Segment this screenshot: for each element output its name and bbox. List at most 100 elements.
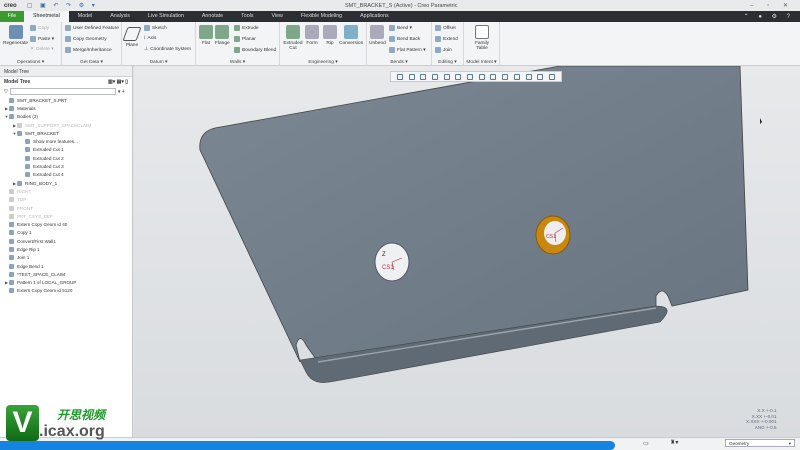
tab-analysis[interactable]: Analysis xyxy=(101,11,139,22)
window-controls[interactable]: – ▫ ✕ xyxy=(750,2,794,9)
group-label[interactable]: Walls ▾ xyxy=(196,60,279,65)
plane-button[interactable]: Plane xyxy=(122,27,142,48)
extruded-cut-button[interactable]: Extruded Cut xyxy=(283,25,303,51)
group-model-intent: Family Table Model Intent ▾ xyxy=(464,22,500,66)
rip-button[interactable]: Rip xyxy=(323,25,337,46)
tree-search-input[interactable] xyxy=(9,88,116,95)
graphics-area[interactable]: Z CS1 CS1 xyxy=(134,66,800,437)
copy-button[interactable]: Copy xyxy=(30,25,49,31)
more-icon[interactable] xyxy=(548,73,555,80)
bend-back-button[interactable]: Bend Back xyxy=(389,36,420,42)
watermark-en: .icax.org xyxy=(39,422,105,440)
refit-icon[interactable] xyxy=(396,73,403,80)
tab-view[interactable]: View xyxy=(262,11,291,22)
group-label[interactable]: Get Data ▾ xyxy=(62,60,121,65)
tree-settings-icons[interactable]: ▥▾ ▤▾ ▯ xyxy=(108,79,128,85)
paste-button[interactable]: Paste ▾ xyxy=(30,36,54,42)
unbend-button[interactable]: Unbend xyxy=(369,25,386,46)
saved-views-icon[interactable] xyxy=(455,73,462,80)
tree-node[interactable]: Show more features... xyxy=(0,137,132,145)
tray-icon[interactable]: ▭ xyxy=(643,440,649,447)
axis-button[interactable]: / Axis xyxy=(144,36,156,41)
filter-icon[interactable]: ▽ xyxy=(4,89,8,95)
tree-node[interactable]: Convert/First Wall1 xyxy=(0,237,132,245)
tab-sheetmetal[interactable]: Sheetmetal xyxy=(24,11,69,22)
group-label[interactable]: Engineering ▾ xyxy=(280,60,366,65)
tree-node[interactable]: Extruded Cut 4 xyxy=(0,171,132,179)
flat-button[interactable]: Flat xyxy=(199,25,213,46)
tab-annotate[interactable]: Annotate xyxy=(193,11,232,22)
tab-model[interactable]: Model xyxy=(69,11,101,22)
bend-button[interactable]: Bend ▾ xyxy=(389,25,412,31)
regenerate-button[interactable]: Regenerate xyxy=(3,25,28,46)
group-label[interactable]: Datum ▾ xyxy=(122,60,195,65)
datum-display-icon[interactable] xyxy=(490,73,497,80)
section-icon[interactable] xyxy=(537,73,544,80)
group-label[interactable]: Model Intent ▾ xyxy=(464,60,499,65)
planar-button[interactable]: Planar xyxy=(234,36,256,42)
help-icons[interactable]: ⌃ ● ⚙ ? xyxy=(744,13,794,20)
tree-node[interactable]: ▶ Materials xyxy=(0,104,132,112)
form-button[interactable]: Form xyxy=(305,25,319,46)
tree-node[interactable]: ▼ SMT_BRACKET xyxy=(0,129,132,137)
tree-node[interactable]: Extruded Cut 1 xyxy=(0,146,132,154)
tree-node[interactable]: PRT_CSYS_DEF xyxy=(0,212,132,220)
group-label[interactable]: Bends ▾ xyxy=(367,60,431,65)
find-icon[interactable]: ♜▾ xyxy=(670,439,678,446)
tree-node[interactable]: ▶ SMT_SUPPORT_SPACECLAIM xyxy=(0,121,132,129)
tree-node[interactable]: ▶ RING_BODY_1 xyxy=(0,179,132,187)
tab-applications[interactable]: Applications xyxy=(351,11,398,22)
feature-icon xyxy=(9,213,14,219)
boundary-blend-button[interactable]: Boundary Blend xyxy=(234,47,276,53)
delete-button[interactable]: ✕ Delete ▾ xyxy=(30,47,54,52)
tab-tools[interactable]: Tools xyxy=(232,11,262,22)
display-style-icon[interactable] xyxy=(443,73,450,80)
extend-button[interactable]: Extend xyxy=(435,36,458,42)
extrude-button[interactable]: Extrude xyxy=(234,25,259,31)
add-icon[interactable]: ▾ + xyxy=(118,89,125,95)
perspective-icon[interactable] xyxy=(478,73,485,80)
tree-node[interactable]: Edge Rip 1 xyxy=(0,245,132,253)
zoom-out-icon[interactable] xyxy=(420,73,427,80)
tree-node[interactable]: Copy 1 xyxy=(0,229,132,237)
tree-node[interactable]: Join 1 xyxy=(0,254,132,262)
tree-node[interactable]: ▼ Bodies (3) xyxy=(0,113,132,121)
tree-node[interactable]: SMT_BRACKET_S.PRT xyxy=(0,96,132,104)
quick-access-toolbar[interactable]: ▢ ▣ ↶ ↷ ⚙ ▾ xyxy=(27,2,98,9)
annotation-display-icon[interactable] xyxy=(502,73,509,80)
tree-node[interactable]: TOP xyxy=(0,196,132,204)
conversion-button[interactable]: Conversion xyxy=(339,25,363,46)
join-button[interactable]: Join xyxy=(435,47,452,53)
tree-node[interactable]: ▶ Pattern 1 of LOCAL_GROUP xyxy=(0,279,132,287)
udf-button[interactable]: User Defined Feature xyxy=(65,25,119,31)
flat-pattern-button[interactable]: Flat Pattern ▾ xyxy=(389,47,426,53)
flange-button[interactable]: Flange xyxy=(215,25,230,46)
tree-node[interactable]: Extern Copy Geom id 40 xyxy=(0,220,132,228)
zoom-in-icon[interactable] xyxy=(408,73,415,80)
family-table-button[interactable]: Family Table xyxy=(472,25,492,51)
tree-node[interactable]: FRONT xyxy=(0,204,132,212)
merge-inheritance-button[interactable]: Merge/Inheritance xyxy=(65,47,112,53)
tree-node[interactable]: Extern Copy Geom id 5120 xyxy=(0,287,132,295)
group-label[interactable]: Operations ▾ xyxy=(0,60,61,65)
feature-icon xyxy=(25,155,30,161)
model-tree-tab[interactable]: Model Tree xyxy=(0,66,132,77)
appearance-icon[interactable] xyxy=(525,73,532,80)
spin-center-icon[interactable] xyxy=(513,73,520,80)
tree-node[interactable]: RIGHT xyxy=(0,187,132,195)
tree-node[interactable]: *TEST_SPACE_CLAIM xyxy=(0,270,132,278)
offset-button[interactable]: Offset xyxy=(435,25,456,31)
sketch-button[interactable]: Sketch xyxy=(144,25,167,31)
group-label[interactable]: Editing ▾ xyxy=(432,60,463,65)
tree-node[interactable]: Edge Bend 1 xyxy=(0,262,132,270)
tab-flexible-modeling[interactable]: Flexible Modeling xyxy=(292,11,351,22)
tab-file[interactable]: File xyxy=(0,11,24,22)
view-manager-icon[interactable] xyxy=(467,73,474,80)
coordinate-system-button[interactable]: ⊥ Coordinate System xyxy=(144,47,191,52)
tab-live-simulation[interactable]: Live Simulation xyxy=(139,11,193,22)
copy-geometry-button[interactable]: Copy Geometry xyxy=(65,36,107,42)
repaint-icon[interactable] xyxy=(431,73,438,80)
tree-node[interactable]: Extruded Cut 3 xyxy=(0,162,132,170)
selection-filter-dropdown[interactable]: Geometry ▾ xyxy=(725,439,795,447)
tree-node[interactable]: Extruded Cut 2 xyxy=(0,154,132,162)
